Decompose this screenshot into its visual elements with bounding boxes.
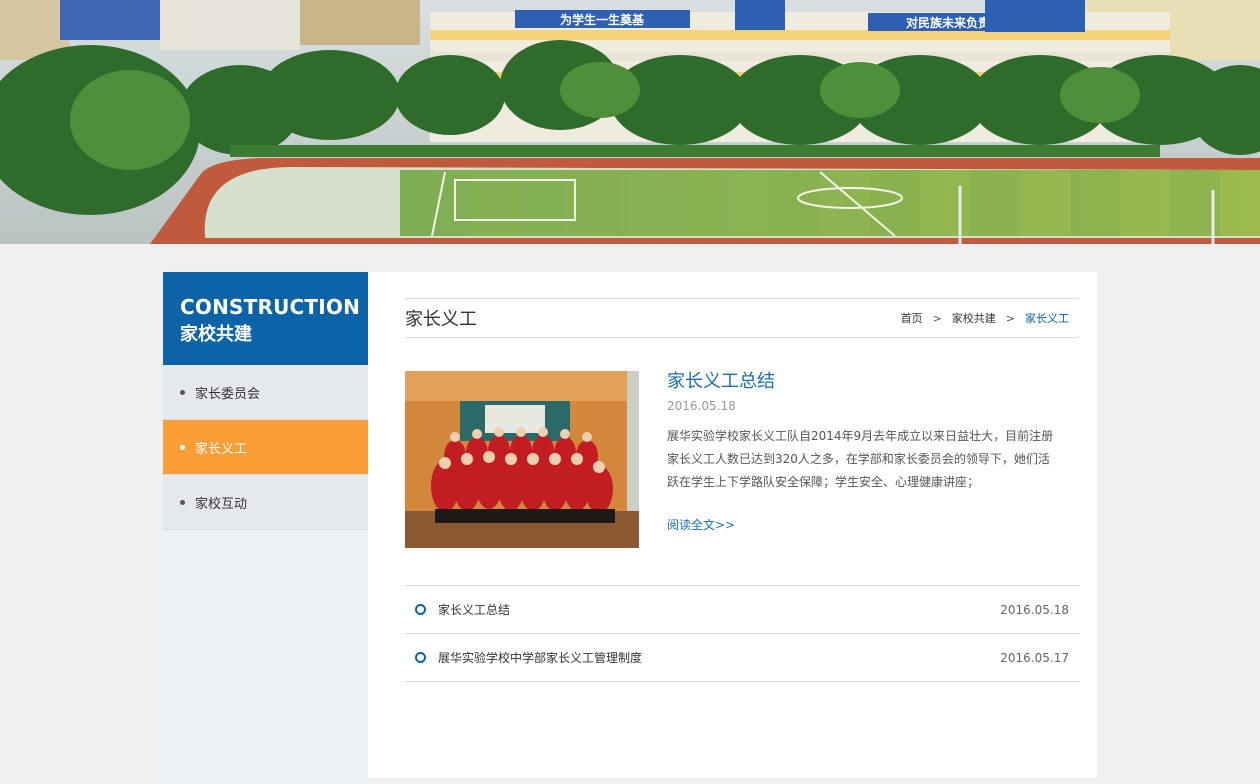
breadcrumb-section-link[interactable]: 家校共建 [952,310,996,326]
breadcrumb-separator: > [932,311,942,325]
bullet-icon [180,389,185,395]
breadcrumb-current: 家长义工 [1025,312,1069,325]
featured-article: 家长义工总结 2016.05.18 展华实验学校家长义工队自2014年9月去年成… [405,371,1079,549]
circle-bullet-icon [415,652,426,663]
featured-article-text: 家长义工总结 2016.05.18 展华实验学校家长义工队自2014年9月去年成… [667,371,1057,533]
featured-article-photo[interactable] [405,371,639,548]
sidebar-item-parent-volunteers[interactable]: 家长义工 [163,420,368,475]
sidebar-item-label: 家长义工 [195,441,248,457]
sidebar-item-label: 家长委员会 [195,386,261,402]
campus-banner: 为学生一生奠基 对民族未来负责 [0,0,1260,244]
article-date: 2016.05.18 [1000,602,1069,617]
sidebar-item-parents-committee[interactable]: 家长委员会 [163,365,368,420]
sidebar: CONSTRUCTION 家校共建 家长委员会 家长义工 家校互动 [163,272,368,784]
article-title[interactable]: 展华实验学校中学部家长义工管理制度 [438,649,642,666]
campus-banner-image: 为学生一生奠基 对民族未来负责 [0,0,1260,244]
sidebar-heading-en: CONSTRUCTION [180,295,361,319]
sidebar-item-label: 家校互动 [195,496,248,512]
banner-sign-left: 为学生一生奠基 [560,12,645,27]
main-content: 家长义工 首页 > 家校共建 > 家长义工 家长义工总结 2016.05.18 … [405,298,1079,682]
breadcrumb-separator: > [1005,311,1015,325]
article-list-item[interactable]: 家长义工总结 2016.05.18 [405,586,1079,634]
page-title-bar: 家长义工 首页 > 家校共建 > 家长义工 [405,298,1079,338]
banner-sign-right: 对民族未来负责 [906,15,990,30]
article-date: 2016.05.17 [1000,650,1069,665]
sidebar-item-home-school-interaction[interactable]: 家校互动 [163,475,368,530]
article-list: 家长义工总结 2016.05.18 展华实验学校中学部家长义工管理制度 2016… [405,585,1079,682]
article-title[interactable]: 家长义工总结 [438,601,510,618]
article-list-item[interactable]: 展华实验学校中学部家长义工管理制度 2016.05.17 [405,634,1079,682]
sidebar-heading-cn: 家校共建 [180,324,252,345]
group-photo-image [405,371,639,548]
breadcrumb: 首页 > 家校共建 > 家长义工 [901,310,1079,326]
bullet-icon [180,444,185,450]
sidebar-header: CONSTRUCTION 家校共建 [163,272,368,365]
read-more-link[interactable]: 阅读全文>> [667,516,735,533]
bullet-icon [180,499,185,505]
featured-article-summary: 展华实验学校家长义工队自2014年9月去年成立以来日益壮大，目前注册家长义工人数… [667,429,1054,489]
breadcrumb-home-link[interactable]: 首页 [901,310,923,326]
featured-article-title[interactable]: 家长义工总结 [667,371,1057,393]
page-title: 家长义工 [405,309,477,330]
circle-bullet-icon [415,604,426,615]
featured-article-date: 2016.05.18 [667,399,736,413]
content-panel: CONSTRUCTION 家校共建 家长委员会 家长义工 家校互动 家长义工 首… [163,272,1097,784]
